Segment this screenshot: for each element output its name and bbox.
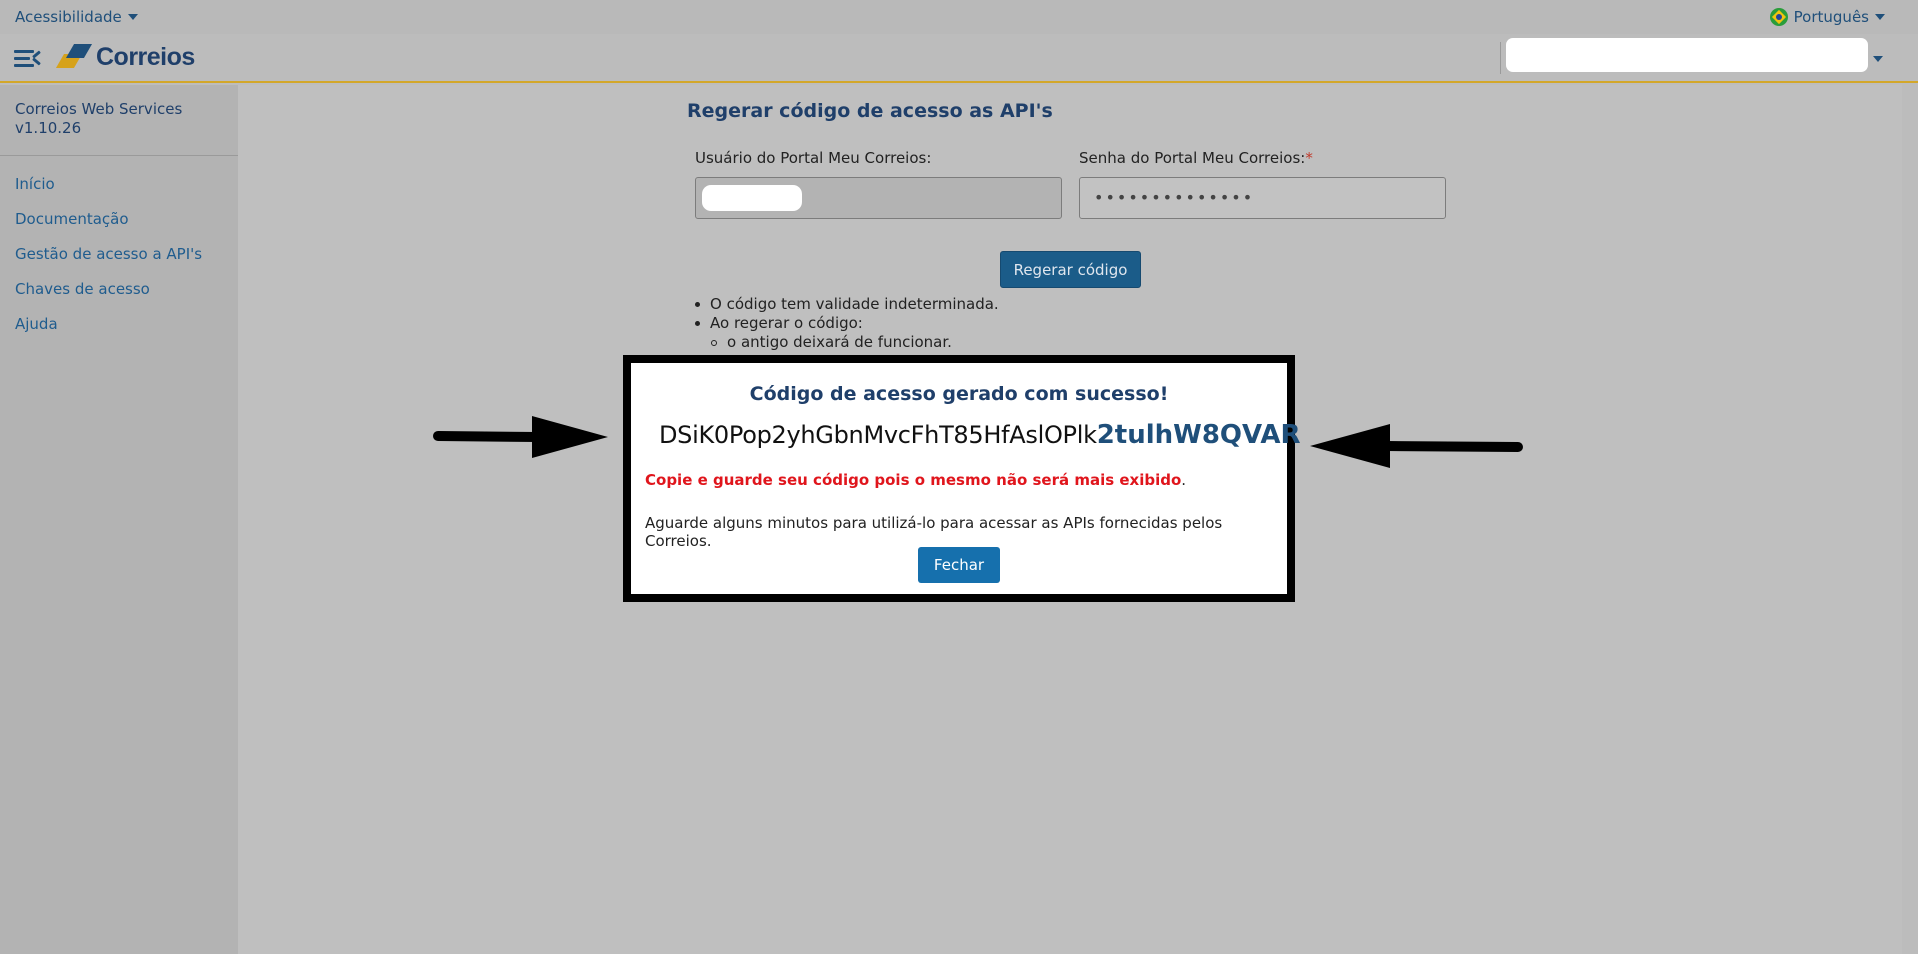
sidebar-divider (0, 155, 238, 156)
sidebar-item-ajuda[interactable]: Ajuda (0, 314, 238, 349)
sidebar-nav: Início Documentação Gestão de acesso a A… (0, 174, 238, 349)
correios-logo[interactable]: Correios (55, 42, 195, 72)
brand-name: Correios (96, 42, 195, 71)
sidebar: Correios Web Services v1.10.26 Início Do… (0, 85, 238, 954)
required-mark: * (1305, 149, 1313, 167)
user-field-label: Usuário do Portal Meu Correios: (695, 149, 932, 167)
brazil-flag-icon (1769, 8, 1788, 26)
chevron-down-icon (127, 14, 138, 20)
access-code-part1: DSiK0Pop2yhGbnMvcFhT85HfAslOPlk (659, 421, 1097, 449)
modal-title: Código de acesso gerado com sucesso! (749, 383, 1169, 405)
user-account-box[interactable] (1506, 38, 1868, 72)
language-label: Português (1793, 8, 1869, 26)
chevron-down-icon (1875, 14, 1885, 20)
accessibility-bar: Acessibilidade Português (0, 0, 1918, 34)
left-arrow-icon (1310, 424, 1523, 468)
header-divider (1500, 42, 1501, 74)
close-button[interactable]: Fechar (918, 547, 1000, 583)
list-item: O código tem validade indeterminada. (693, 295, 999, 314)
username-field[interactable] (695, 177, 1062, 219)
app-name: Correios Web Services v1.10.26 (0, 85, 238, 138)
info-message: Aguarde alguns minutos para utilizá-lo p… (645, 514, 1223, 550)
redacted-username (702, 185, 802, 211)
sidebar-item-gestao-acesso[interactable]: Gestão de acesso a API's (0, 244, 238, 279)
accessibility-label: Acessibilidade (15, 8, 122, 26)
sidebar-item-chaves-acesso[interactable]: Chaves de acesso (0, 279, 238, 314)
access-code-part2: 2tulhW8QVAR (1096, 420, 1301, 450)
menu-toggle-icon[interactable] (14, 48, 41, 68)
language-selector[interactable]: Português (1769, 8, 1885, 26)
success-modal: Código de acesso gerado com sucesso! DSi… (623, 355, 1301, 602)
warning-message: Copie e guarde seu código pois o mesmo n… (645, 471, 1187, 489)
app-name-text: Correios Web Services (15, 100, 183, 118)
list-item: Ao regerar o código: (693, 314, 999, 333)
right-arrow-icon (433, 416, 608, 458)
sidebar-item-inicio[interactable]: Início (0, 174, 238, 209)
page-title: Regerar código de acesso as API's (687, 100, 1053, 122)
accessibility-menu[interactable]: Acessibilidade (15, 8, 138, 26)
regenerate-code-button[interactable]: Regerar código (1000, 251, 1141, 288)
password-field-label: Senha do Portal Meu Correios:* (1079, 149, 1313, 167)
chevron-down-icon[interactable] (1873, 56, 1883, 62)
list-subitem: o antigo deixará de funcionar. (693, 333, 999, 352)
app-header: Correios (0, 34, 1918, 83)
scrollbar[interactable] (1902, 83, 1918, 954)
info-list: O código tem validade indeterminada. Ao … (693, 295, 999, 352)
access-code[interactable]: DSiK0Pop2yhGbnMvcFhT85HfAslOPlk2tulhW8QV… (659, 420, 1301, 450)
sidebar-item-documentacao[interactable]: Documentação (0, 209, 238, 244)
password-field[interactable]: •••••••••••••• (1079, 177, 1446, 219)
correios-logo-icon (55, 42, 93, 72)
app-version: v1.10.26 (15, 119, 82, 137)
